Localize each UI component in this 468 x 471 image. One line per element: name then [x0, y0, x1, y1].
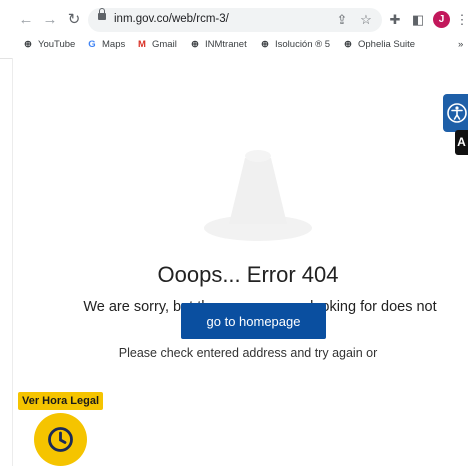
lock-icon [98, 8, 106, 20]
bookmarks-bar: ⊕ YouTube G Maps M Gmail ⊕ INMtranet ⊕ Isoluc… [0, 36, 468, 54]
gmail-icon: M [138, 39, 146, 50]
google-icon: G [88, 39, 96, 50]
profile-avatar[interactable]: J [433, 11, 450, 28]
bookmark-ophelia-suite[interactable]: ⊕ Ophelia Suite [342, 36, 415, 54]
globe-icon: ⊕ [191, 39, 199, 50]
bookmark-maps[interactable]: G Maps [86, 36, 125, 54]
go-to-homepage-button[interactable]: go to homepage [181, 303, 326, 339]
browser-toolbar: ← → ↻ inm.gov.co/web/rcm-3/ ⇪ ☆ ✚ ◧ J ⋮ [0, 6, 468, 34]
url-text[interactable]: inm.gov.co/web/rcm-3/ [114, 13, 229, 25]
traffic-cone-icon [204, 150, 312, 241]
menu-kebab-icon[interactable]: ⋮ [452, 10, 468, 30]
bookmark-youtube[interactable]: ⊕ YouTube [22, 36, 75, 54]
forward-arrow-icon[interactable]: → [40, 10, 60, 30]
error-hint: Please check entered address and try aga… [118, 346, 378, 360]
back-arrow-icon[interactable]: ← [16, 10, 36, 30]
globe-icon: ⊕ [261, 39, 269, 50]
reload-icon[interactable]: ↻ [64, 10, 84, 30]
accessibility-a-button[interactable]: A [455, 130, 468, 155]
star-icon[interactable]: ☆ [356, 10, 376, 30]
bookmark-inmtranet[interactable]: ⊕ INMtranet [189, 36, 247, 54]
globe-icon: ⊕ [24, 39, 32, 50]
side-panel-icon[interactable]: ◧ [408, 10, 428, 30]
share-icon[interactable]: ⇪ [332, 10, 352, 30]
error-title: Ooops... Error 404 [157, 262, 339, 287]
accessibility-icon [447, 103, 467, 123]
extensions-icon[interactable]: ✚ [385, 10, 405, 30]
hora-legal-button[interactable] [34, 413, 87, 466]
bookmark-isolucion[interactable]: ⊕ Isolución ® 5 [259, 36, 330, 54]
clock-icon [48, 427, 73, 452]
accessibility-button[interactable] [443, 94, 468, 132]
more-bookmarks[interactable]: » [458, 36, 463, 54]
bookmark-gmail[interactable]: M Gmail [136, 36, 177, 54]
browser-chrome: ← → ↻ inm.gov.co/web/rcm-3/ ⇪ ☆ ✚ ◧ J ⋮ … [0, 0, 468, 59]
globe-icon: ⊕ [344, 39, 352, 50]
hora-legal-label[interactable]: Ver Hora Legal [18, 392, 104, 410]
